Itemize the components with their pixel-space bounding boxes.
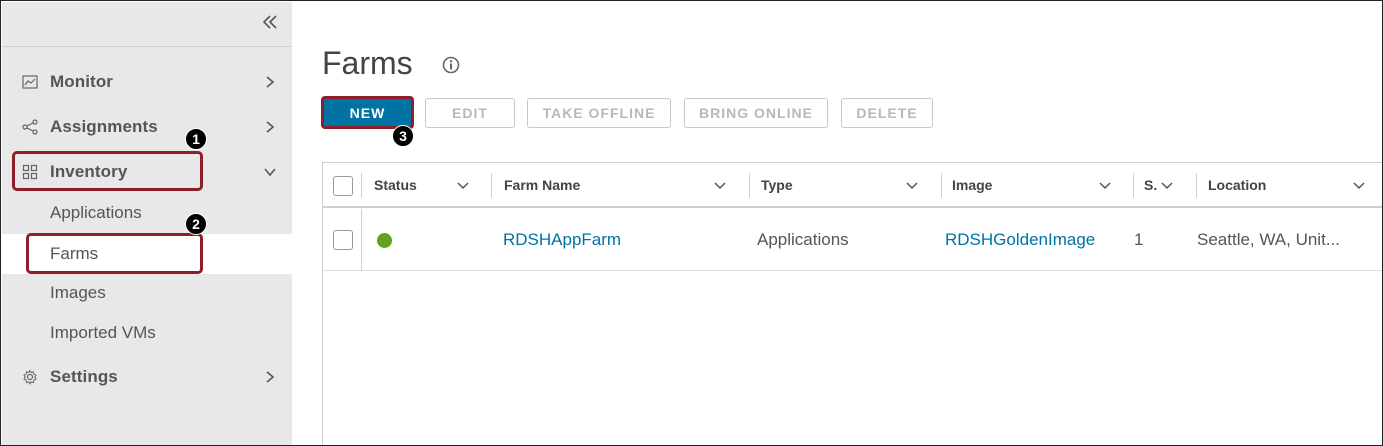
callout-box-inventory (12, 151, 203, 191)
chevron-down-icon (264, 168, 276, 177)
status-online-indicator (377, 233, 392, 248)
chevron-right-icon (266, 76, 275, 88)
sidebar-subitem-applications[interactable]: Applications (2, 193, 292, 233)
row-select-checkbox[interactable] (333, 230, 353, 250)
datagrid-header: Status Farm Name Type Image S. Location (323, 163, 1382, 208)
sidebar-item-label: Assignments (50, 117, 158, 136)
chevron-right-icon (266, 121, 275, 133)
callout-badge-3: 3 (392, 125, 414, 147)
sidebar-subitem-label: Imported VMs (50, 323, 156, 342)
column-separator (361, 173, 362, 198)
column-header-sessions[interactable]: S. (1144, 163, 1157, 206)
sidebar-item-settings[interactable]: Settings (2, 357, 292, 397)
row-separator (361, 209, 362, 271)
sidebar-subitem-label: Images (50, 283, 106, 302)
chevron-down-icon[interactable] (714, 181, 726, 191)
chevron-down-icon[interactable] (1353, 181, 1365, 191)
table-row[interactable]: RDSHAppFarm Applications RDSHGoldenImage… (323, 209, 1382, 271)
chevron-down-icon[interactable] (906, 181, 918, 191)
farm-name-link[interactable]: RDSHAppFarm (503, 230, 621, 250)
sidebar-subitem-label: Applications (50, 203, 142, 222)
sidebar-divider (2, 46, 292, 47)
chevron-right-icon (266, 371, 275, 383)
take-offline-button[interactable]: TAKE OFFLINE (527, 98, 671, 128)
column-separator (941, 173, 942, 198)
collapse-sidebar-icon[interactable] (262, 14, 278, 30)
callout-box-farms (26, 233, 203, 274)
sessions-cell: 1 (1134, 230, 1144, 249)
sidebar-subitem-imported-vms[interactable]: Imported VMs (2, 313, 292, 353)
chart-icon (22, 75, 38, 89)
edit-button[interactable]: EDIT (425, 98, 515, 128)
sidebar-item-label: Monitor (50, 72, 114, 91)
sidebar-item-monitor[interactable]: Monitor (2, 62, 292, 102)
page-title: Farms (322, 45, 413, 81)
gear-icon (23, 369, 37, 385)
farms-datagrid: Status Farm Name Type Image S. Location … (322, 162, 1382, 445)
column-separator (1196, 173, 1197, 198)
chevron-down-icon[interactable] (457, 181, 469, 191)
column-separator (749, 173, 750, 198)
sidebar-subitem-images[interactable]: Images (2, 273, 292, 313)
column-header-type[interactable]: Type (761, 163, 793, 206)
sidebar-item-assignments[interactable]: Assignments (2, 107, 292, 147)
location-cell: Seattle, WA, Unit... (1197, 230, 1340, 249)
callout-badge-1: 1 (185, 128, 207, 150)
sidebar-item-label: Settings (50, 367, 118, 386)
info-icon[interactable] (442, 56, 460, 74)
column-header-farm-name[interactable]: Farm Name (504, 163, 580, 206)
image-link[interactable]: RDSHGoldenImage (945, 230, 1095, 250)
share-icon (22, 119, 38, 135)
new-button[interactable]: NEW (321, 96, 414, 129)
select-all-checkbox[interactable] (333, 176, 353, 196)
chevron-down-icon[interactable] (1161, 181, 1173, 191)
column-header-image[interactable]: Image (952, 163, 992, 206)
column-header-status[interactable]: Status (374, 163, 417, 206)
callout-badge-2: 2 (185, 213, 207, 235)
delete-button[interactable]: DELETE (841, 98, 933, 128)
column-header-location[interactable]: Location (1208, 163, 1266, 206)
chevron-down-icon[interactable] (1099, 181, 1111, 191)
sidebar: Monitor Assignments Inventory Applicatio… (2, 2, 292, 445)
column-separator (491, 173, 492, 198)
bring-online-button[interactable]: BRING ONLINE (684, 98, 828, 128)
type-cell: Applications (757, 230, 849, 249)
app-window: Monitor Assignments Inventory Applicatio… (0, 0, 1383, 446)
column-separator (1133, 173, 1134, 198)
